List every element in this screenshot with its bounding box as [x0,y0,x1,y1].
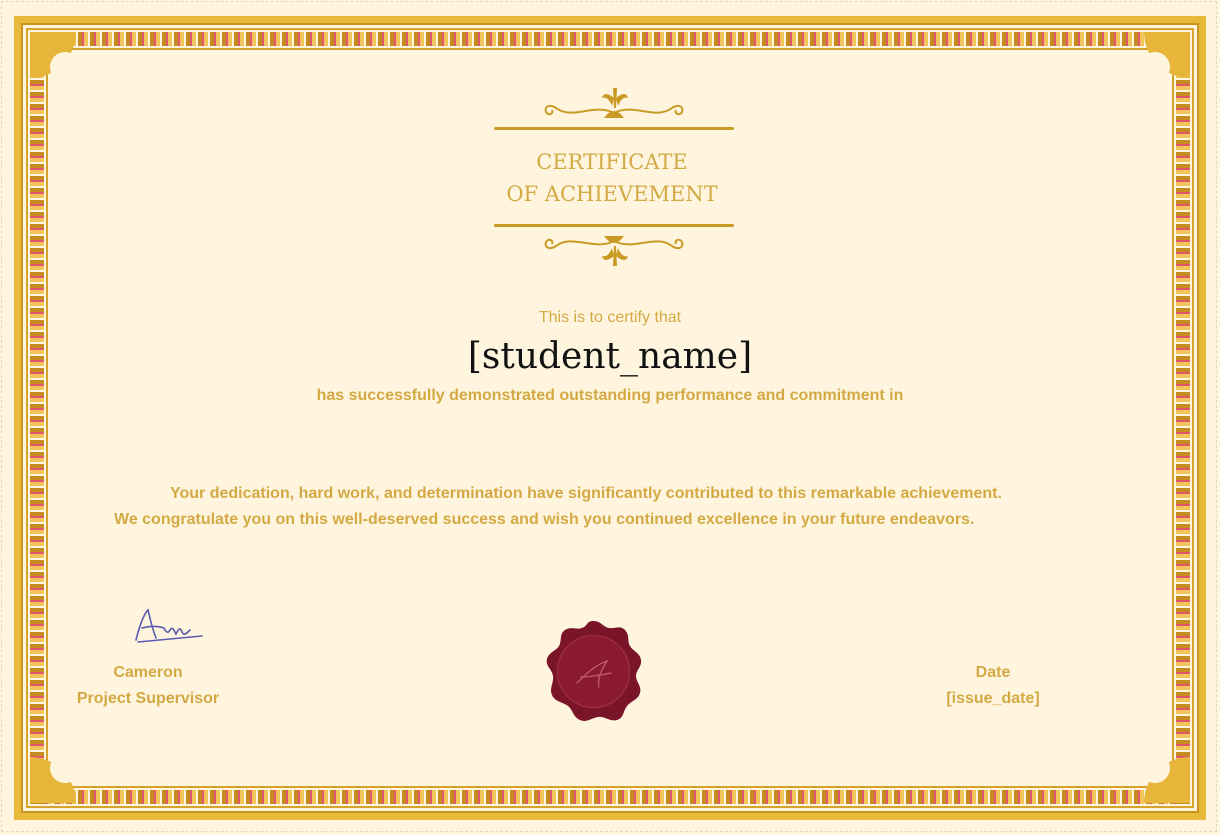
certificate-page: CERTIFICATE OF ACHIEVEMENT This is to ce… [0,0,1220,835]
corner-ornament-bottom-right [1140,753,1190,803]
corner-ornament-top-left [30,32,80,82]
date-value: [issue_date] [946,690,1040,707]
signatory-role: Project Supervisor [76,690,220,707]
student-name: [student_name] [467,336,753,377]
signatory-name: Cameron [113,664,183,681]
wax-seal-icon [546,621,642,721]
body-paragraph-line-2: We congratulate you on this well-deserve… [114,511,975,528]
top-ornament-icon [494,88,734,130]
date-block: Date [issue_date] [915,660,1071,712]
corner-ornament-top-right [1140,32,1190,82]
title-line-2: OF ACHIEVEMENT [506,182,718,206]
date-label: Date [975,664,1011,681]
title-line-1: CERTIFICATE [536,150,688,174]
signatory-block: Cameron Project Supervisor [60,660,236,712]
signature-icon [135,608,203,643]
corner-ornament-bottom-left [30,753,80,803]
bottom-ornament-icon [494,224,734,266]
certificate-title: CERTIFICATE OF ACHIEVEMENT [0,146,1220,210]
body-paragraph-line-1: Your dedication, hard work, and determin… [170,485,1002,502]
border-band-top [30,32,1190,46]
certify-text: This is to certify that [538,309,682,326]
demonstrated-text: has successfully demonstrated outstandin… [316,387,904,404]
border-band-bottom [30,790,1190,804]
